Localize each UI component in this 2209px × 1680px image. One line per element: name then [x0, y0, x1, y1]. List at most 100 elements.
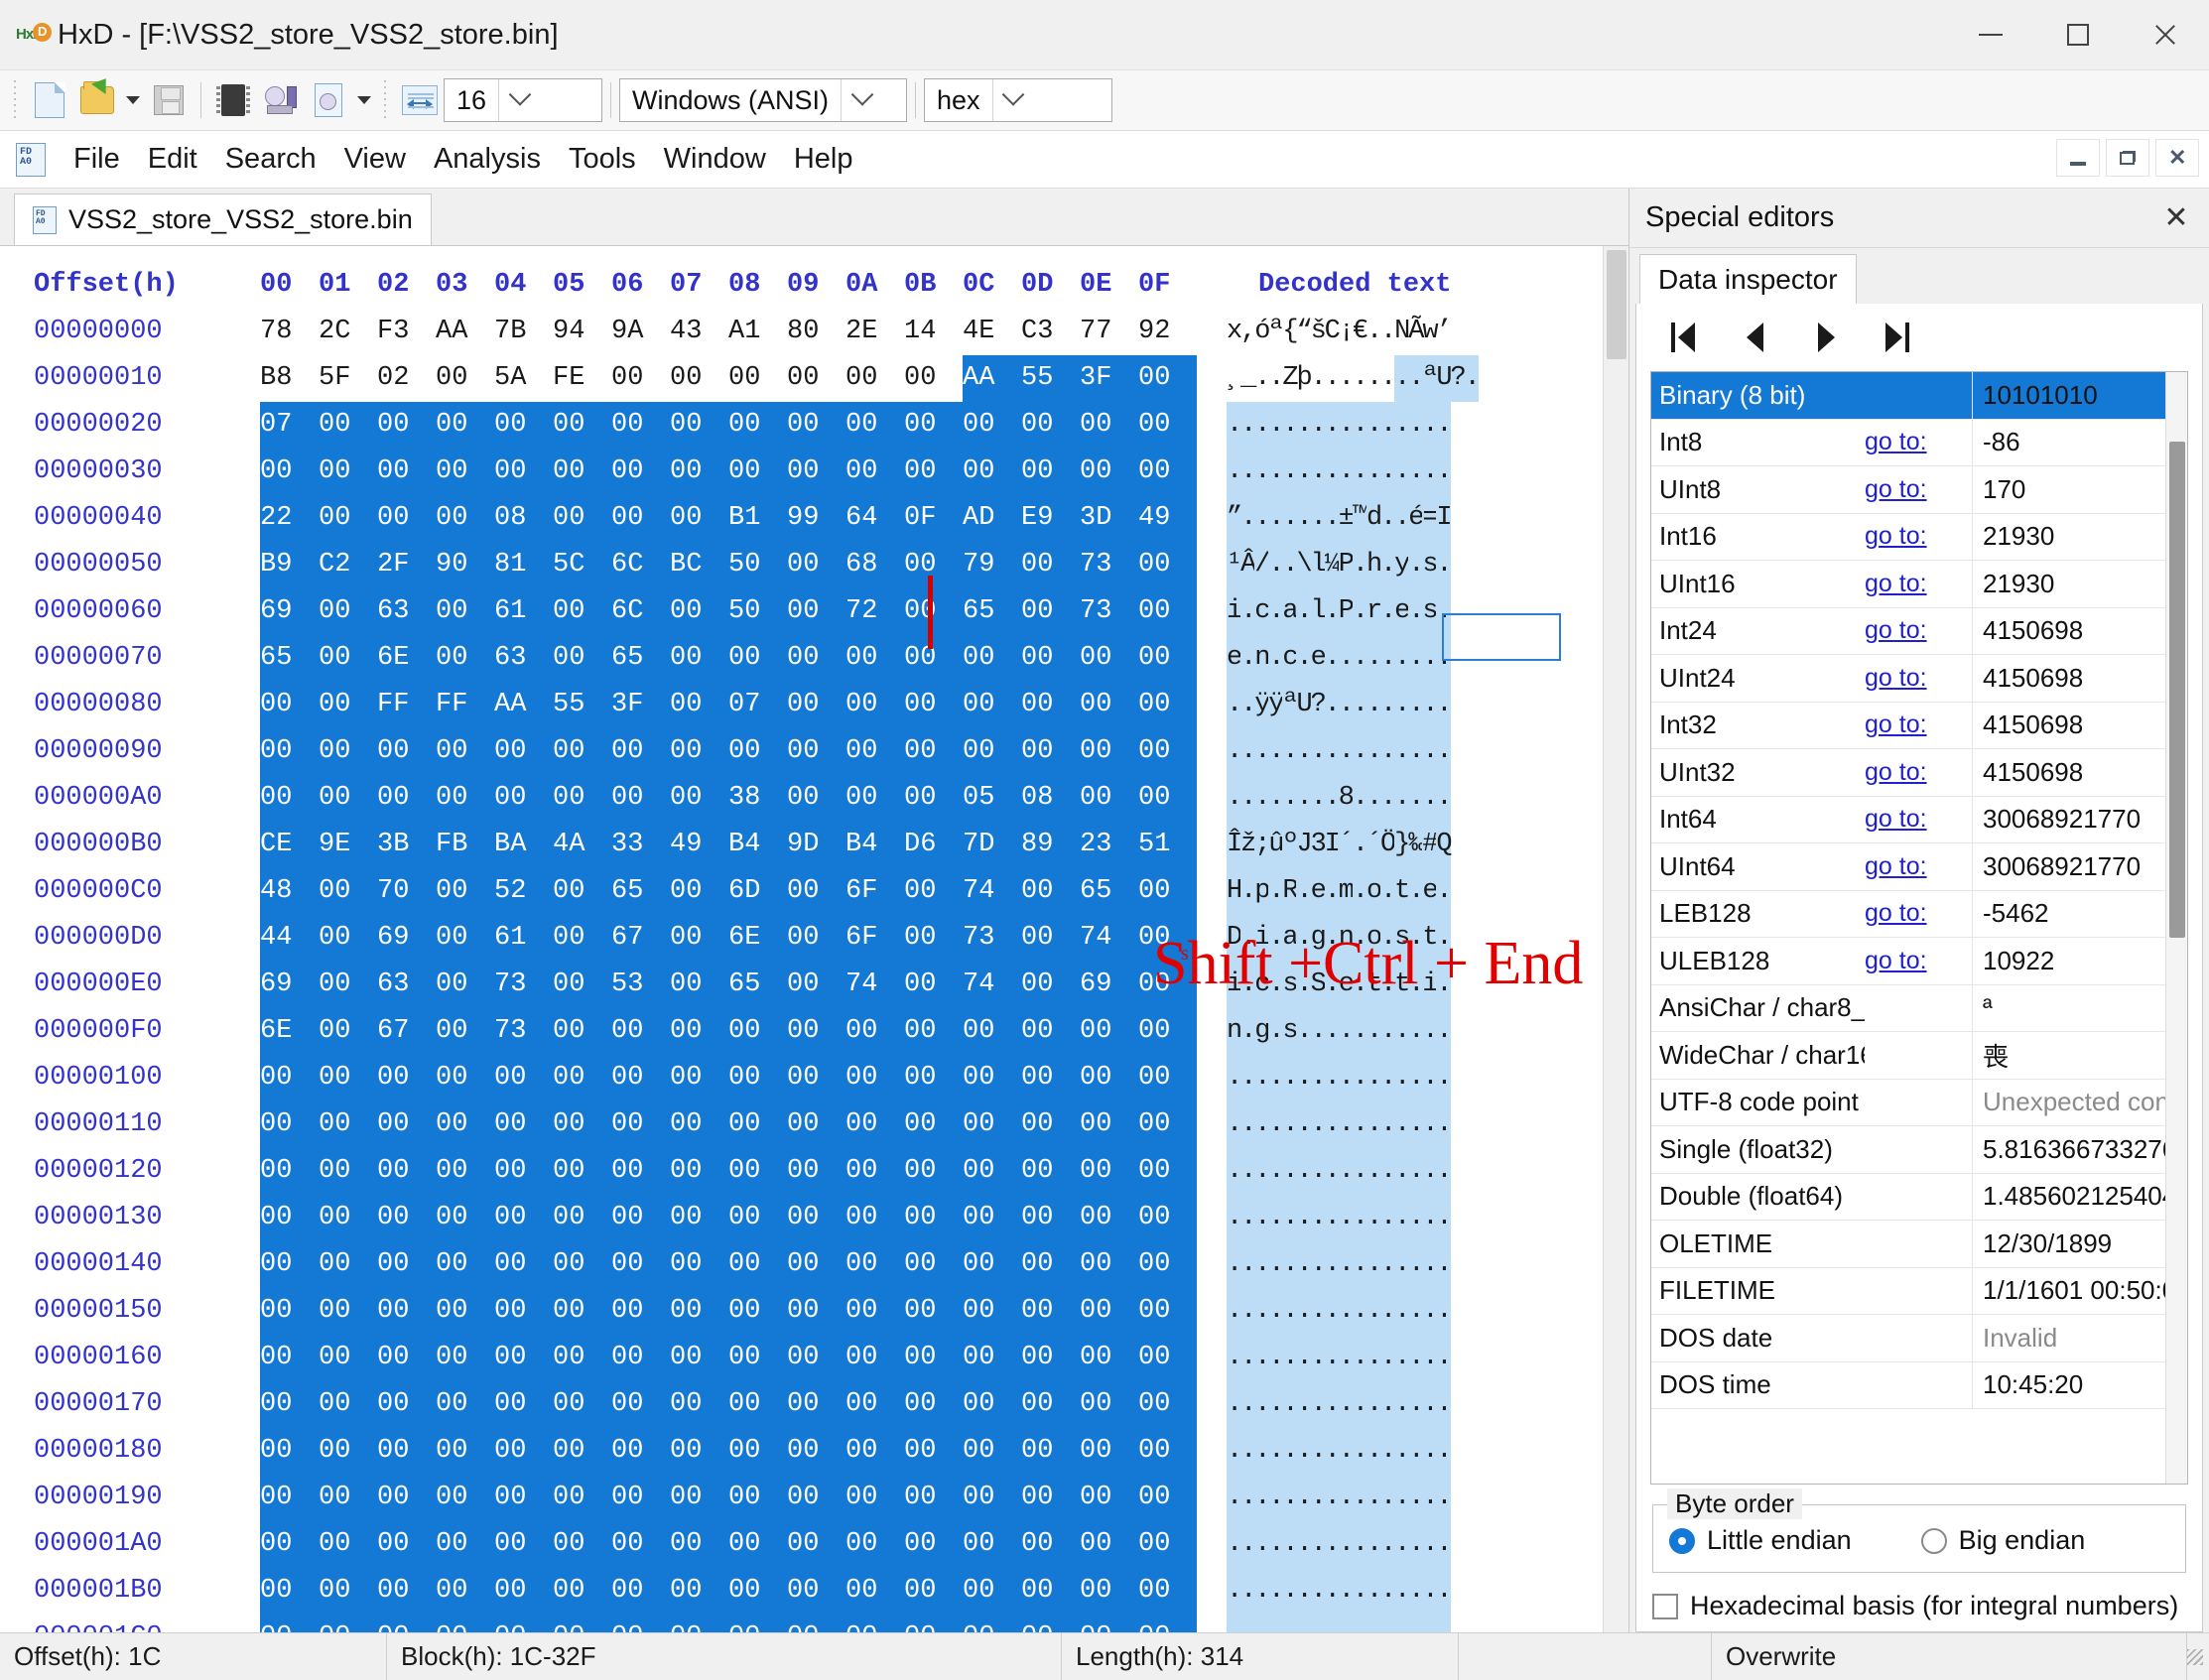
row-decoded-text[interactable]: ................ [1219, 449, 1453, 495]
hex-byte[interactable]: 00 [963, 449, 1021, 495]
hex-byte[interactable]: 00 [494, 1521, 553, 1568]
close-button[interactable] [2122, 0, 2209, 69]
hex-row[interactable]: 00000030 00 00 00 00 00 00 00 00 00 00 00 00 00 00 00 00… [0, 449, 1603, 495]
hex-byte[interactable]: 00 [787, 1428, 845, 1475]
hex-byte[interactable]: 00 [377, 1475, 436, 1521]
hex-byte[interactable]: 3F [1080, 355, 1138, 402]
open-disk-button[interactable] [257, 76, 305, 124]
hex-byte[interactable]: 00 [728, 449, 787, 495]
hex-byte[interactable]: 00 [436, 1521, 494, 1568]
hex-byte[interactable]: 00 [728, 1288, 787, 1335]
hex-byte[interactable]: 00 [377, 1055, 436, 1101]
open-file-button[interactable] [73, 73, 121, 124]
hex-byte[interactable]: 00 [845, 1288, 904, 1335]
hex-byte[interactable]: 00 [611, 775, 670, 822]
hex-byte[interactable]: 00 [1080, 1568, 1138, 1615]
hex-byte[interactable]: 00 [436, 728, 494, 775]
hex-byte[interactable]: 00 [436, 495, 494, 542]
hex-byte[interactable]: 00 [377, 402, 436, 449]
hex-byte[interactable]: 00 [787, 682, 845, 728]
inspector-row[interactable]: WideChar / char16_ 喪 [1651, 1032, 2165, 1080]
inspector-row[interactable]: Int64 go to: 30068921770 [1651, 796, 2165, 843]
hex-byte[interactable]: 00 [670, 1335, 728, 1381]
hex-byte[interactable]: 00 [260, 775, 319, 822]
hex-row[interactable]: 00000020 07 00 00 00 00 00 00 00 00 00 00 00 00 00 00 00… [0, 402, 1603, 449]
hex-byte[interactable]: 6C [611, 542, 670, 588]
hex-byte[interactable]: 00 [1021, 1148, 1080, 1195]
hex-byte[interactable]: 00 [904, 775, 963, 822]
hex-byte[interactable]: 63 [377, 588, 436, 635]
hex-byte[interactable]: 7B [494, 309, 553, 355]
hex-byte[interactable]: 7D [963, 822, 1021, 868]
hex-byte[interactable]: 00 [728, 1101, 787, 1148]
hex-byte[interactable]: 00 [728, 1475, 787, 1521]
hex-byte[interactable]: 00 [1080, 1335, 1138, 1381]
open-recent-dropdown[interactable] [121, 76, 145, 124]
inspector-row[interactable]: AnsiChar / char8_t ª [1651, 984, 2165, 1032]
hex-byte[interactable]: 00 [494, 1288, 553, 1335]
hex-byte[interactable]: 00 [1021, 1055, 1080, 1101]
hex-byte[interactable]: 00 [494, 449, 553, 495]
hex-byte[interactable]: 69 [260, 962, 319, 1008]
hex-byte[interactable]: 00 [377, 1335, 436, 1381]
hex-byte[interactable]: 94 [553, 309, 611, 355]
resize-grip[interactable] [2187, 1648, 2203, 1665]
hex-byte[interactable]: 00 [319, 1381, 377, 1428]
hex-byte[interactable]: 00 [377, 1241, 436, 1288]
hex-byte[interactable]: 00 [670, 1568, 728, 1615]
inspector-row[interactable]: UInt16 go to: 21930 [1651, 561, 2165, 608]
hex-byte[interactable]: 00 [260, 449, 319, 495]
hex-row[interactable]: 00000000 78 2C F3 AA 7B 94 9A 43 A1 80 2E 14 4E C3 77 92… [0, 309, 1603, 355]
row-decoded-text[interactable]: ................ [1219, 1381, 1453, 1428]
hex-byte[interactable]: 61 [494, 915, 553, 962]
hex-byte[interactable]: FE [553, 355, 611, 402]
hex-byte[interactable]: 00 [845, 775, 904, 822]
radio-big-endian[interactable]: Big endian [1920, 1525, 2085, 1556]
hex-byte[interactable]: 00 [1021, 588, 1080, 635]
inspector-scrollbar-thumb[interactable] [2169, 442, 2185, 938]
row-decoded-text[interactable]: e.n.c.e......... [1219, 635, 1453, 682]
hex-byte[interactable]: 00 [845, 728, 904, 775]
hex-byte[interactable]: 00 [728, 1428, 787, 1475]
bytes-per-row-button[interactable] [396, 76, 444, 124]
hex-byte[interactable]: 73 [494, 1008, 553, 1055]
hex-byte[interactable]: 00 [1080, 635, 1138, 682]
hex-byte[interactable]: 00 [1138, 1148, 1197, 1195]
hex-row[interactable]: 000001B0 00 00 00 00 00 00 00 00 00 00 00 00 00 00 00 00… [0, 1568, 1603, 1615]
hex-view[interactable]: Offset(h) 00 01 02 03 04 05 06 07 08 09 0A 0B 0C 0D 0E… [0, 246, 1603, 1632]
hex-byte[interactable]: 00 [260, 728, 319, 775]
hex-byte[interactable]: 49 [1138, 495, 1197, 542]
hex-byte[interactable]: 00 [1080, 1008, 1138, 1055]
inspector-goto-link[interactable]: go to: [1865, 711, 1972, 739]
hex-byte[interactable]: 00 [1080, 1288, 1138, 1335]
inspector-row[interactable]: OLETIME 12/30/1899 [1651, 1221, 2165, 1268]
inspector-row[interactable]: FILETIME 1/1/1601 00:50:06 [1651, 1267, 2165, 1315]
hex-byte[interactable]: 00 [845, 635, 904, 682]
hex-byte[interactable]: 00 [377, 1381, 436, 1428]
hex-byte[interactable]: 78 [260, 309, 319, 355]
maximize-button[interactable] [2034, 0, 2122, 69]
hex-byte[interactable]: 00 [728, 355, 787, 402]
hex-byte[interactable]: 49 [670, 822, 728, 868]
hex-byte[interactable]: 74 [1080, 915, 1138, 962]
hex-byte[interactable]: 00 [728, 1195, 787, 1241]
hex-byte[interactable]: 00 [1080, 1148, 1138, 1195]
hex-row[interactable]: 00000060 69 00 63 00 61 00 6C 00 50 00 72 00 65 00 73 00… [0, 588, 1603, 635]
hex-byte[interactable]: 00 [787, 962, 845, 1008]
hex-byte[interactable]: 73 [1080, 588, 1138, 635]
hex-byte[interactable]: 00 [963, 1335, 1021, 1381]
hex-byte[interactable]: 00 [553, 1381, 611, 1428]
hex-byte[interactable]: 00 [319, 1428, 377, 1475]
hex-row[interactable]: 00000010 B8 5F 02 00 5A FE 00 00 00 00 00 00 AA 55 3F 00… [0, 355, 1603, 402]
save-file-button[interactable] [145, 76, 193, 124]
hex-byte[interactable]: 00 [436, 1055, 494, 1101]
hex-byte[interactable]: 2F [377, 542, 436, 588]
hex-byte[interactable]: 00 [553, 1521, 611, 1568]
hex-byte[interactable]: 00 [1080, 1521, 1138, 1568]
hex-byte[interactable]: 00 [611, 1568, 670, 1615]
hex-byte[interactable]: 00 [1138, 588, 1197, 635]
hex-byte[interactable]: 00 [611, 1475, 670, 1521]
inspector-goto-link[interactable]: go to: [1865, 899, 1972, 928]
inspector-row-value[interactable]: 1/1/1601 00:50:06 [1972, 1267, 2165, 1314]
hex-byte[interactable]: 80 [787, 309, 845, 355]
